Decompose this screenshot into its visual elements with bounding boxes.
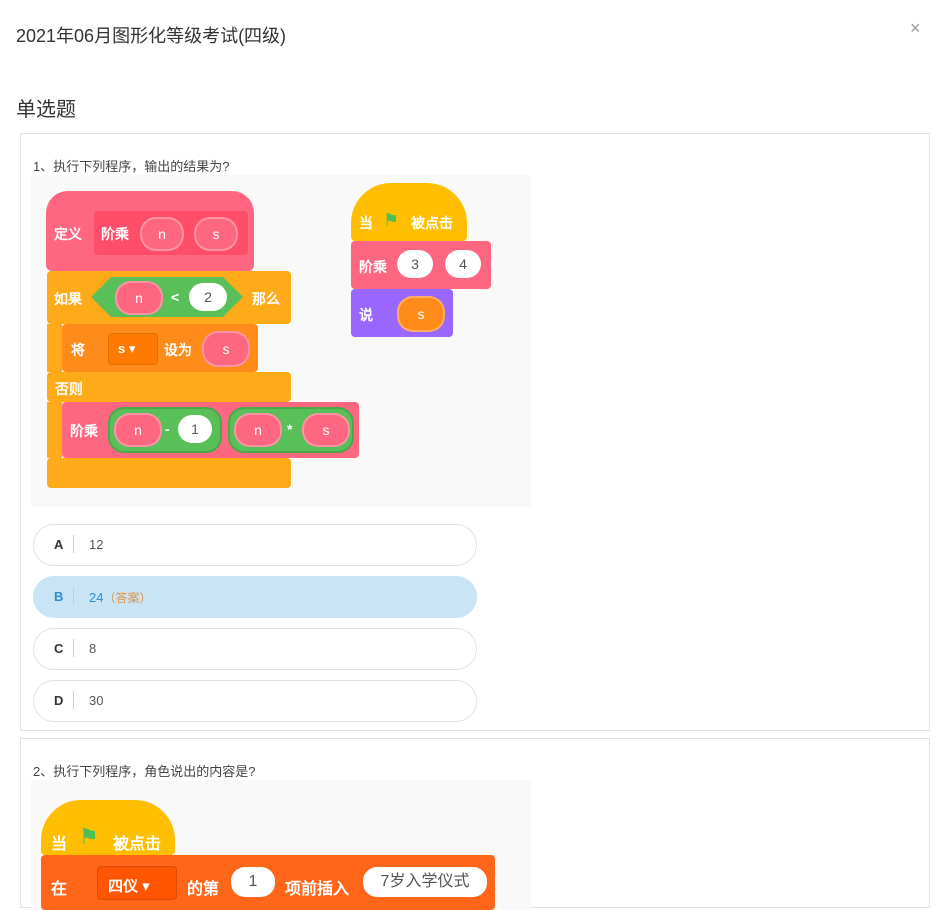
set-variable-block: 将 s ▾ 设为 s	[62, 324, 258, 372]
times-label: *	[287, 421, 293, 437]
num-4: 4	[445, 250, 481, 278]
then-label: 那么	[252, 291, 280, 307]
option-value: 30	[89, 693, 104, 708]
insert-item-block: 在 四仪 ▾ 的第 1 项前插入 7岁入学仪式	[41, 855, 495, 910]
option-letter: A	[54, 537, 64, 552]
in-label: 在	[51, 881, 68, 898]
option-letter: D	[54, 693, 64, 708]
if-end	[47, 458, 291, 488]
lt-label: <	[171, 289, 180, 305]
define-label: 定义	[54, 226, 82, 242]
list-dropdown: 四仪 ▾	[97, 866, 177, 900]
when-flag-clicked-block: 当 ⚑ 被点击	[41, 800, 175, 855]
factorial-call-label: 阶乘	[359, 259, 387, 275]
index-1: 1	[231, 867, 275, 897]
if-block: 如果 n < 2 那么	[47, 271, 291, 324]
when-label: 当	[359, 215, 373, 231]
when-label: 当	[51, 836, 68, 853]
num-3: 3	[397, 250, 433, 278]
set-variable-dropdown: s ▾	[108, 333, 158, 365]
question-text: 2、执行下列程序，角色说出的内容是?	[33, 764, 256, 779]
num-1: 1	[178, 415, 212, 443]
option-value: 12	[89, 537, 104, 552]
var-n: n	[115, 281, 163, 315]
of-nth-label: 的第	[187, 881, 220, 898]
factorial-call-label: 阶乘	[70, 423, 98, 439]
when-flag-clicked-block: 当 ⚑ 被点击	[351, 183, 467, 241]
if-label: 如果	[54, 291, 82, 307]
else-block: 否则	[47, 372, 291, 402]
option-divider	[73, 691, 74, 709]
set-label: 将	[71, 342, 85, 358]
item-value: 7岁入学仪式	[363, 867, 487, 897]
say-label: 说	[359, 307, 373, 323]
option-c[interactable]: C 8	[33, 628, 477, 670]
else-label: 否则	[55, 381, 83, 397]
option-value-text: 24	[89, 590, 104, 605]
var-s: s	[397, 296, 445, 332]
insert-label: 项前插入	[285, 881, 350, 898]
define-block: 定义 阶乘 n s	[46, 191, 254, 271]
question-card-2: 2、执行下列程序，角色说出的内容是? 当 ⚑ 被点击 在 四仪 ▾ 的第 1 项…	[20, 738, 930, 910]
question-text: 1、执行下列程序，输出的结果为?	[33, 159, 230, 174]
option-d[interactable]: D 30	[33, 680, 477, 722]
option-divider	[73, 587, 74, 605]
green-flag-icon: ⚑	[79, 824, 99, 849]
factorial-call-block: 阶乘 n - 1 n * s	[62, 402, 359, 458]
else-arm	[47, 402, 62, 458]
option-value: 8	[89, 641, 97, 656]
var-s: s	[302, 413, 350, 447]
exam-title: 2021年06月图形化等级考试(四级)	[16, 26, 287, 46]
factorial-call-block-2: 阶乘 3 4	[351, 241, 491, 289]
answer-tag: （答案）	[103, 591, 152, 605]
section-title: 单选题	[16, 99, 76, 121]
close-icon[interactable]: ×	[910, 18, 921, 39]
clicked-label: 被点击	[411, 215, 453, 231]
var-n: n	[234, 413, 282, 447]
code-image: 定义 阶乘 n s 如果 n < 2 那么 将 s ▾ 设为 s 否则 阶乘 n…	[31, 175, 531, 507]
factorial-label: 阶乘	[101, 226, 129, 242]
define-prototype: 阶乘 n s	[94, 211, 248, 255]
var-n: n	[114, 413, 162, 447]
option-a[interactable]: A 12	[33, 524, 477, 566]
option-letter: B	[54, 589, 64, 604]
set-to-label: 设为	[164, 342, 192, 358]
say-block: 说 s	[351, 289, 453, 337]
option-divider	[73, 535, 74, 553]
option-value: 24（答案）	[89, 589, 151, 606]
var-s: s	[202, 331, 250, 367]
num-2: 2	[189, 283, 227, 311]
minus-label: -	[165, 421, 170, 437]
set-variable-name: s ▾	[118, 341, 136, 356]
param-n: n	[140, 217, 184, 251]
option-divider	[73, 639, 74, 657]
param-s: s	[194, 217, 238, 251]
if-arm	[47, 324, 62, 372]
green-flag-icon: ⚑	[383, 210, 400, 230]
clicked-label: 被点击	[113, 836, 162, 853]
question-card-1: 1、执行下列程序，输出的结果为? 定义 阶乘 n s 如果 n < 2 那么 将	[20, 133, 930, 731]
option-letter: C	[54, 641, 64, 656]
option-b[interactable]: B 24（答案）	[33, 576, 477, 618]
list-name: 四仪 ▾	[108, 878, 150, 895]
